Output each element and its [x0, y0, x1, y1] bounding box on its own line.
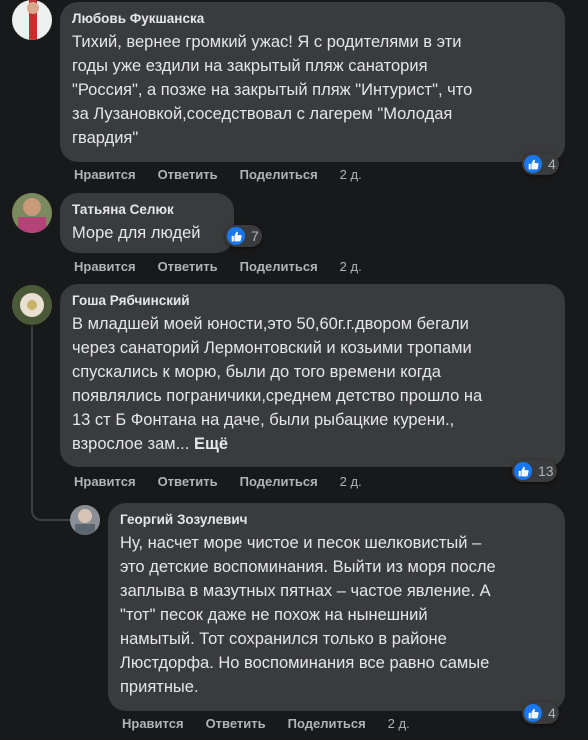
timestamp[interactable]: 2 д.: [340, 259, 362, 274]
comment-author[interactable]: Гоша Рябчинский: [72, 292, 553, 310]
reply-button[interactable]: Ответить: [158, 474, 218, 489]
reaction-count: 4: [548, 156, 556, 172]
avatar[interactable]: [70, 505, 100, 535]
avatar[interactable]: [12, 193, 52, 233]
avatar-image-icon: [12, 285, 52, 325]
reaction-summary[interactable]: 7: [225, 225, 262, 247]
reaction-count: 7: [251, 228, 259, 244]
reaction-summary[interactable]: 4: [522, 702, 559, 724]
truncated-text: взрослое зам...: [72, 435, 190, 453]
comment-text: В младшей моей юности,это 50,60г.г.дворо…: [72, 315, 483, 453]
reaction-summary[interactable]: 13: [512, 460, 557, 482]
comment-actions: Нравится Ответить Поделиться 2 д.: [74, 474, 362, 489]
reaction-summary[interactable]: 4: [522, 153, 559, 175]
like-thumb-icon: [514, 462, 532, 480]
share-button[interactable]: Поделиться: [288, 716, 366, 731]
comment-bubble: Любовь Фукшанска Тихий, вернее громкий у…: [60, 2, 565, 162]
like-button[interactable]: Нравится: [74, 167, 136, 182]
comment-bubble: Татьяна Селюк Море для людей: [60, 193, 234, 253]
avatar[interactable]: [12, 0, 52, 40]
share-button[interactable]: Поделиться: [240, 474, 318, 489]
comment-actions: Нравится Ответить Поделиться 2 д.: [74, 259, 362, 274]
comment-actions: Нравится Ответить Поделиться 2 д.: [122, 716, 410, 731]
timestamp[interactable]: 2 д.: [340, 167, 362, 182]
comment-bubble: Гоша Рябчинский В младшей моей юности,эт…: [60, 284, 565, 467]
like-thumb-icon: [524, 155, 542, 173]
avatar-image-icon: [12, 193, 52, 233]
avatar-image-icon: [70, 505, 100, 535]
like-button[interactable]: Нравится: [74, 259, 136, 274]
reply-button[interactable]: Ответить: [206, 716, 266, 731]
timestamp[interactable]: 2 д.: [388, 716, 410, 731]
comment-text: Море для людей: [72, 224, 201, 242]
reaction-count: 4: [548, 705, 556, 721]
comment-author[interactable]: Татьяна Селюк: [72, 201, 222, 219]
share-button[interactable]: Поделиться: [240, 259, 318, 274]
like-button[interactable]: Нравится: [122, 716, 184, 731]
see-more-link[interactable]: Ещё: [194, 435, 228, 453]
comment-text: Ну, насчет море чистое и песок шелковист…: [120, 534, 496, 696]
comment-text: Тихий, вернее громкий ужас! Я с родителя…: [72, 33, 473, 147]
comment-author[interactable]: Любовь Фукшанска: [72, 10, 553, 28]
reply-button[interactable]: Ответить: [158, 259, 218, 274]
reply-button[interactable]: Ответить: [158, 167, 218, 182]
comment-bubble: Георгий Зозулевич Ну, насчет море чистое…: [108, 503, 565, 711]
reaction-count: 13: [538, 463, 554, 479]
avatar[interactable]: [12, 285, 52, 325]
like-thumb-icon: [227, 227, 245, 245]
like-thumb-icon: [524, 704, 542, 722]
comment-author[interactable]: Георгий Зозулевич: [120, 511, 553, 529]
comment-actions: Нравится Ответить Поделиться 2 д.: [74, 167, 362, 182]
share-button[interactable]: Поделиться: [240, 167, 318, 182]
like-button[interactable]: Нравится: [74, 474, 136, 489]
timestamp[interactable]: 2 д.: [340, 474, 362, 489]
avatar-image-icon: [12, 0, 52, 40]
